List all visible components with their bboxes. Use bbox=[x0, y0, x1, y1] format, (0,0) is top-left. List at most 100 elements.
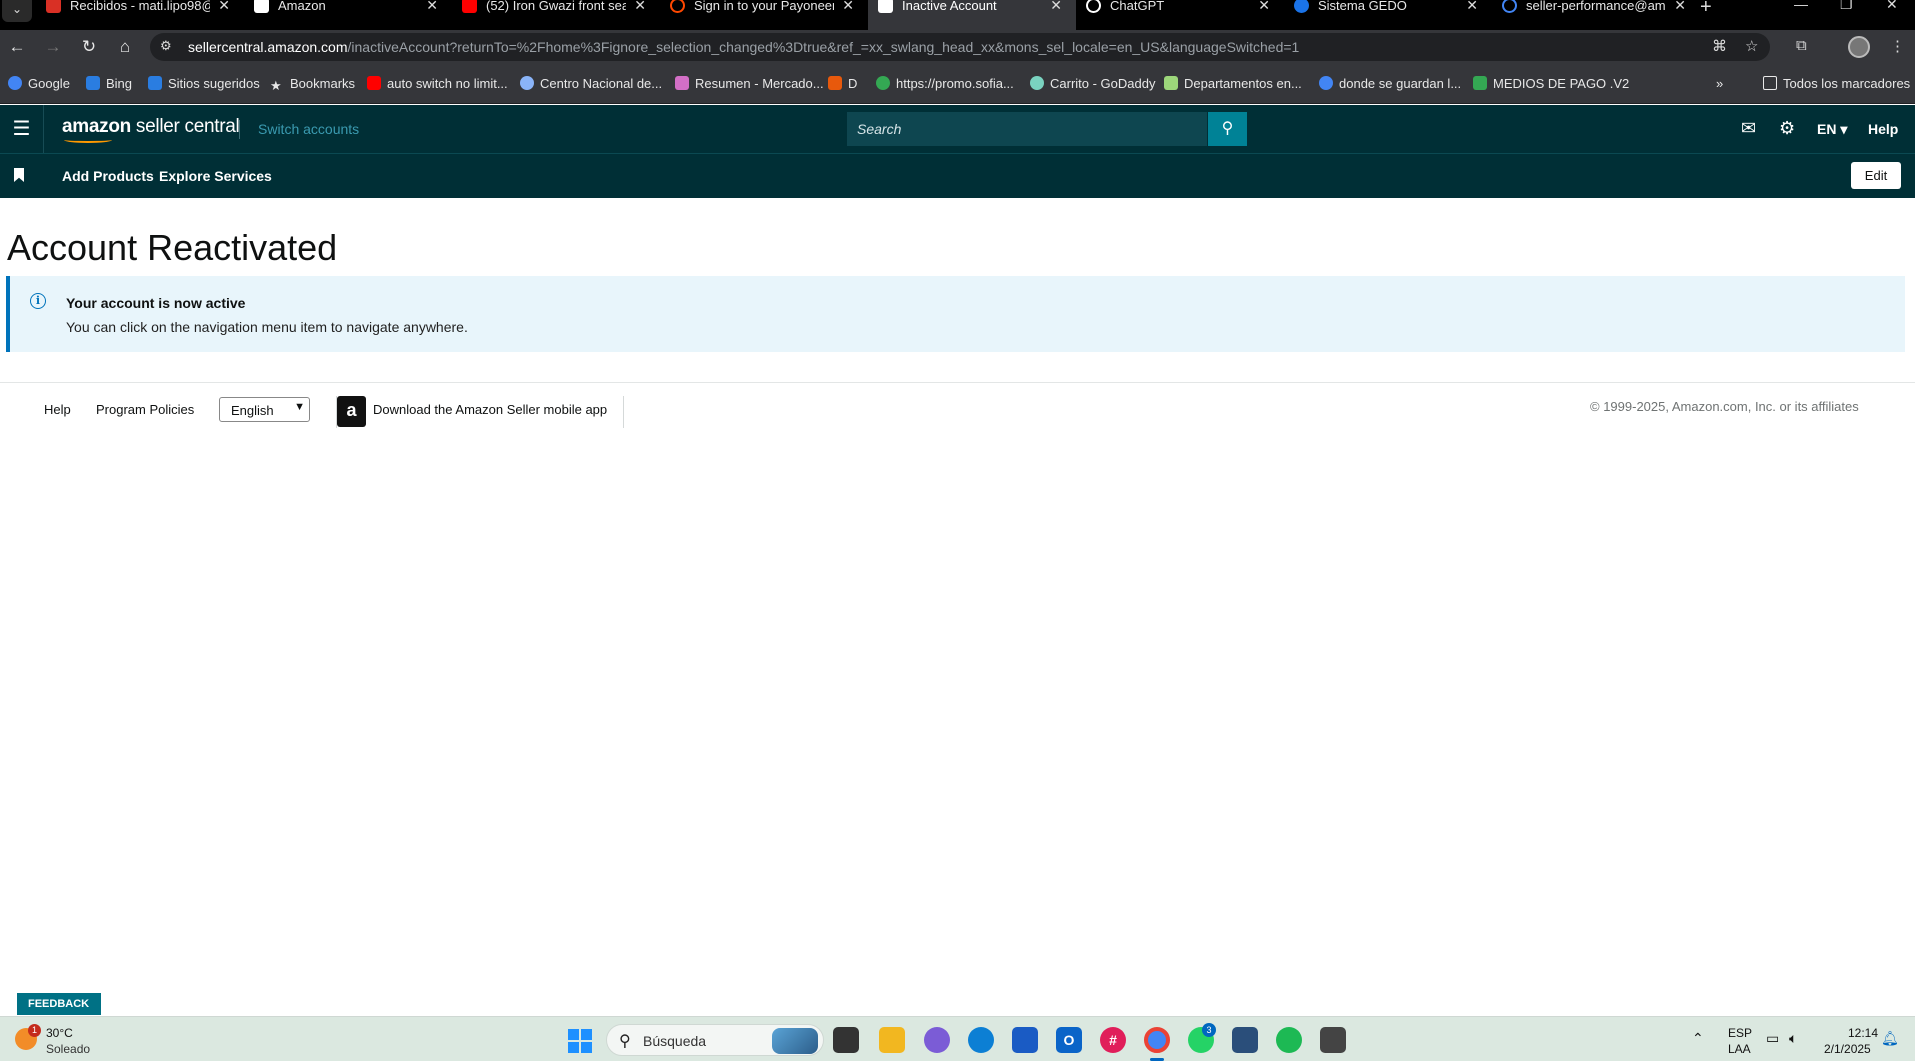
show-hidden-icons-chevron-icon[interactable]: ⌃ bbox=[1692, 1030, 1704, 1047]
address-bar[interactable]: ⚙ sellercentral.amazon.com/inactiveAccou… bbox=[150, 33, 1770, 61]
browser-tab-active[interactable]: Inactive Account ✕ bbox=[868, 0, 1076, 30]
new-tab-icon[interactable]: + bbox=[1700, 0, 1712, 19]
bookmark-item[interactable]: ★ Bookmarks bbox=[270, 76, 355, 93]
volume-icon[interactable]: 🔈︎ bbox=[1789, 1030, 1797, 1047]
edge-icon[interactable] bbox=[968, 1027, 994, 1053]
clock-date[interactable]: 2/1/2025 bbox=[1824, 1042, 1871, 1056]
reload-icon[interactable]: ↻ bbox=[78, 36, 100, 58]
explore-services-link[interactable]: Explore Services bbox=[159, 168, 272, 184]
all-bookmarks[interactable]: Todos los marcadores bbox=[1763, 76, 1910, 91]
payoneer-icon bbox=[670, 0, 685, 13]
feedback-button[interactable]: FEEDBACK ✕ bbox=[17, 993, 101, 1032]
browser-tab[interactable]: (52) Iron Gwazi front seat ✕ bbox=[452, 0, 660, 30]
restore-icon[interactable]: ❐ bbox=[1840, 0, 1853, 13]
remote-desktop-icon[interactable] bbox=[1232, 1027, 1258, 1053]
bookmark-item[interactable]: D bbox=[828, 76, 857, 91]
input-lang-2[interactable]: LAA bbox=[1728, 1042, 1751, 1056]
google-icon bbox=[1502, 0, 1517, 13]
close-tab-icon[interactable]: ✕ bbox=[1050, 0, 1062, 14]
file-explorer-icon[interactable] bbox=[879, 1027, 905, 1053]
browser-tab[interactable]: seller-performance@ama ✕ bbox=[1492, 0, 1700, 30]
more-bookmarks-icon[interactable]: » bbox=[1716, 76, 1723, 91]
search-button[interactable]: ⚲ bbox=[1208, 112, 1247, 146]
amazon-icon bbox=[254, 0, 269, 13]
translate-icon[interactable]: ⌘ bbox=[1712, 37, 1727, 55]
input-lang-1[interactable]: ESP bbox=[1728, 1026, 1752, 1040]
hamburger-menu-icon[interactable]: ☰ bbox=[0, 105, 44, 153]
footer-help-link[interactable]: Help bbox=[44, 402, 71, 417]
taskbar-search[interactable]: ⚲ Búsqueda bbox=[606, 1024, 824, 1056]
spotify-icon[interactable] bbox=[1276, 1027, 1302, 1053]
bookmark-item[interactable]: Google bbox=[8, 76, 70, 91]
url-text[interactable]: sellercentral.amazon.com/inactiveAccount… bbox=[188, 39, 1299, 55]
mail-icon[interactable]: ✉ bbox=[1741, 118, 1756, 139]
weather-desc[interactable]: Soleado bbox=[46, 1042, 90, 1056]
bookmark-item[interactable]: Departamentos en... bbox=[1164, 76, 1302, 91]
youtube-icon bbox=[367, 76, 381, 90]
close-tab-icon[interactable]: ✕ bbox=[842, 0, 854, 14]
notification-bell-icon[interactable]: 🔔︎ bbox=[1881, 1030, 1899, 1047]
close-tab-icon[interactable]: ✕ bbox=[426, 0, 438, 14]
bookmark-item[interactable]: MEDIOS DE PAGO .V2 bbox=[1473, 76, 1629, 91]
calculator-icon[interactable] bbox=[1320, 1027, 1346, 1053]
bookmark-icon[interactable] bbox=[14, 168, 24, 182]
close-tab-icon[interactable]: ✕ bbox=[1674, 0, 1686, 14]
bookmarked-nav-bar: Add Products Explore Services Edit bbox=[0, 154, 1915, 198]
search-input[interactable]: Search bbox=[847, 112, 1207, 146]
close-tab-icon[interactable]: ✕ bbox=[1466, 0, 1478, 14]
browser-tab[interactable]: Sistema GEDO ✕ bbox=[1284, 0, 1492, 30]
bookmark-item[interactable]: donde se guardan l... bbox=[1319, 76, 1461, 91]
browser-tab[interactable]: Recibidos - mati.lipo98@ ✕ bbox=[36, 0, 244, 30]
gear-icon[interactable]: ⚙ bbox=[1779, 118, 1795, 139]
store-icon[interactable] bbox=[1012, 1027, 1038, 1053]
browser-tab[interactable]: ChatGPT ✕ bbox=[1076, 0, 1284, 30]
download-app-link[interactable]: a Download the Amazon Seller mobile app bbox=[336, 396, 624, 428]
bookmark-item[interactable]: Bing bbox=[86, 76, 132, 91]
weather-temp[interactable]: 30°C bbox=[46, 1026, 73, 1040]
alert-body: You can click on the navigation menu ite… bbox=[66, 319, 468, 335]
close-tab-icon[interactable]: ✕ bbox=[218, 0, 230, 14]
program-policies-link[interactable]: Program Policies bbox=[96, 402, 194, 417]
back-icon[interactable]: ← bbox=[6, 36, 28, 58]
profile-avatar[interactable] bbox=[1848, 36, 1870, 58]
site-info-icon[interactable]: ⚙ bbox=[160, 38, 172, 54]
browser-tab[interactable]: Amazon ✕ bbox=[244, 0, 452, 30]
slack-icon[interactable]: # bbox=[1100, 1027, 1126, 1053]
menu-kebab-icon[interactable]: ⋮ bbox=[1890, 37, 1905, 55]
browser-tab[interactable]: Sign in to your Payoneer a ✕ bbox=[660, 0, 868, 30]
amazon-seller-central-logo[interactable]: amazon seller central bbox=[62, 116, 240, 143]
windows-taskbar: 1 30°C Soleado ⚲ Búsqueda O # 3 ⌃ ESP LA… bbox=[0, 1016, 1915, 1061]
chrome-icon[interactable] bbox=[1144, 1027, 1170, 1053]
home-icon[interactable]: ⌂ bbox=[114, 36, 136, 58]
network-icon[interactable]: ▭ bbox=[1766, 1030, 1779, 1047]
copilot-icon[interactable] bbox=[924, 1027, 950, 1053]
close-tab-icon[interactable]: ✕ bbox=[1258, 0, 1270, 14]
clock-time[interactable]: 12:14 bbox=[1848, 1026, 1878, 1040]
switch-accounts-link[interactable]: Switch accounts bbox=[258, 121, 359, 137]
close-tab-icon[interactable]: ✕ bbox=[634, 0, 646, 14]
language-selector[interactable]: EN ▾ bbox=[1817, 121, 1847, 138]
bookmark-item[interactable]: https://promo.sofia... bbox=[876, 76, 1014, 91]
browser-tab-strip: ⌄ Recibidos - mati.lipo98@ ✕ Amazon ✕ (5… bbox=[0, 0, 1915, 30]
close-window-icon[interactable]: ✕ bbox=[1886, 0, 1898, 13]
bookmark-item[interactable]: Resumen - Mercado... bbox=[675, 76, 824, 91]
google-icon bbox=[8, 76, 22, 90]
minimize-icon[interactable]: — bbox=[1794, 0, 1808, 12]
bookmark-item[interactable]: Centro Nacional de... bbox=[520, 76, 662, 91]
bookmark-star-icon[interactable]: ☆ bbox=[1745, 37, 1758, 55]
tab-search-button[interactable]: ⌄ bbox=[2, 0, 32, 22]
language-select[interactable]: English ▼ bbox=[219, 397, 310, 422]
add-products-link[interactable]: Add Products bbox=[62, 168, 154, 184]
bookmark-item[interactable]: Sitios sugeridos bbox=[148, 76, 260, 91]
bookmark-item[interactable]: Carrito - GoDaddy bbox=[1030, 76, 1155, 91]
bookmark-item[interactable]: auto switch no limit... bbox=[367, 76, 508, 91]
forward-icon[interactable]: → bbox=[42, 36, 64, 58]
windows-start-icon[interactable] bbox=[568, 1029, 592, 1053]
extensions-icon[interactable]: ⧉ bbox=[1796, 37, 1807, 54]
help-link[interactable]: Help bbox=[1868, 121, 1898, 137]
gedo-icon bbox=[1294, 0, 1309, 13]
edit-button[interactable]: Edit bbox=[1851, 162, 1901, 189]
copyright-text: © 1999-2025, Amazon.com, Inc. or its aff… bbox=[1590, 399, 1859, 414]
task-view-icon[interactable] bbox=[833, 1027, 859, 1053]
outlook-icon[interactable]: O bbox=[1056, 1027, 1082, 1053]
